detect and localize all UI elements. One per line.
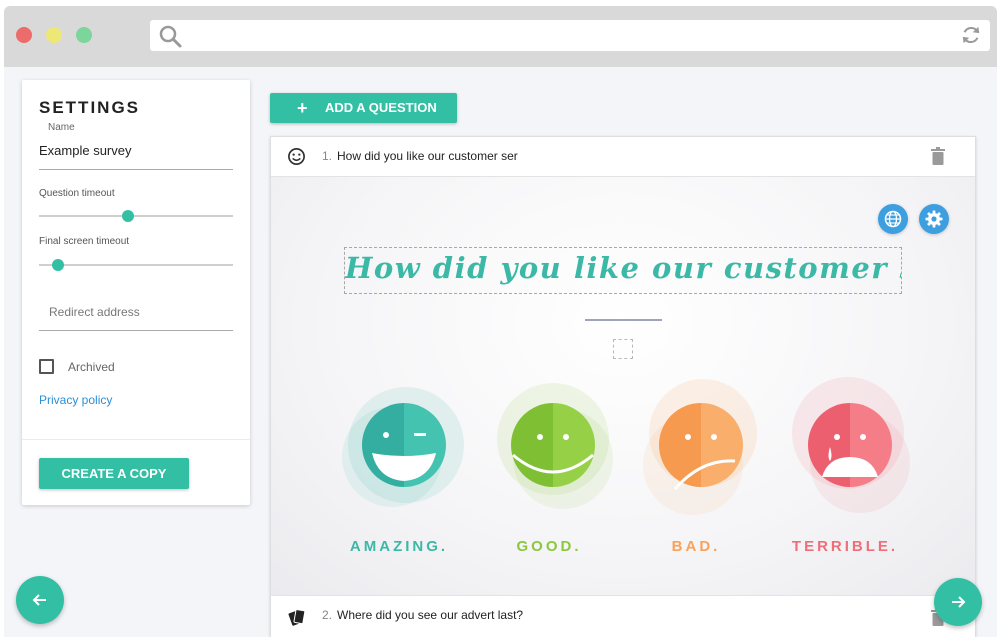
redirect-address-field[interactable]: Redirect address	[49, 305, 140, 319]
settings-title: SETTINGS	[39, 98, 141, 117]
question-settings-button[interactable]	[919, 204, 949, 234]
question-preview: How did you like our customer ser AMAZIN…	[271, 177, 975, 595]
question-row[interactable]: 2. Where did you see our advert last?	[271, 595, 975, 637]
good-face-icon[interactable]	[483, 377, 623, 517]
address-bar[interactable]	[150, 20, 990, 51]
trash-icon[interactable]	[931, 147, 945, 165]
answer-label-amazing: AMAZING.	[349, 538, 449, 555]
add-question-label: ADD A QUESTION	[325, 100, 437, 115]
archived-checkbox[interactable]	[39, 359, 54, 374]
question-row[interactable]: 1. How did you like our customer ser	[271, 137, 975, 177]
plus-icon: +	[297, 98, 308, 118]
privacy-policy-link[interactable]: Privacy policy	[39, 393, 112, 407]
gear-icon	[925, 210, 943, 228]
question-text: Where did you see our advert last?	[337, 608, 524, 622]
arrow-left-icon	[32, 594, 46, 606]
app-area: SETTINGS Name Example survey Question ti…	[4, 67, 997, 637]
arrow-right-icon	[952, 596, 966, 608]
reload-icon[interactable]	[960, 24, 982, 46]
add-question-button[interactable]: + ADD A QUESTION	[270, 93, 457, 123]
create-copy-button[interactable]: CREATE A COPY	[39, 458, 189, 489]
final-screen-timeout-knob[interactable]	[52, 259, 65, 271]
answer-label-terrible: TERRIBLE.	[791, 538, 899, 555]
answer-label-bad: BAD.	[671, 538, 721, 555]
cards-icon	[288, 609, 306, 626]
question-headline: How did you like our customer ser	[345, 251, 901, 285]
search-icon	[159, 25, 182, 48]
settings-divider	[22, 439, 250, 440]
bad-face-icon[interactable]	[631, 377, 771, 517]
question-text: How did you like our customer ser	[337, 149, 518, 163]
final-screen-timeout-slider[interactable]	[39, 259, 233, 271]
headline-editor[interactable]: How did you like our customer ser	[344, 247, 902, 294]
final-screen-timeout-label: Final screen timeout	[39, 236, 130, 247]
question-timeout-slider[interactable]	[39, 210, 233, 222]
window-close-dot[interactable]	[16, 27, 32, 43]
window-maximize-dot[interactable]	[76, 27, 92, 43]
next-button[interactable]	[934, 578, 982, 626]
question-number: 2.	[322, 608, 333, 622]
image-placeholder[interactable]	[613, 339, 633, 359]
settings-panel: SETTINGS Name Example survey Question ti…	[22, 80, 250, 505]
smiley-icon	[288, 148, 305, 165]
question-timeout-knob[interactable]	[122, 210, 135, 222]
name-field[interactable]: Example survey	[39, 143, 131, 158]
answer-label-good: GOOD.	[516, 538, 582, 555]
question-timeout-label: Question timeout	[39, 188, 115, 199]
name-label: Name	[48, 122, 75, 133]
window-minimize-dot[interactable]	[46, 27, 62, 43]
back-button[interactable]	[16, 576, 64, 624]
amazing-face-icon[interactable]	[334, 377, 474, 517]
terrible-face-icon[interactable]	[780, 377, 920, 517]
browser-chrome	[4, 6, 997, 67]
name-field-underline	[39, 169, 233, 170]
question-number: 1.	[322, 149, 333, 163]
archived-label: Archived	[68, 360, 115, 374]
question-card: 1. How did you like our customer ser How…	[270, 136, 976, 637]
globe-icon	[884, 210, 902, 228]
headline-divider	[585, 319, 662, 321]
redirect-field-underline	[39, 330, 233, 331]
language-button[interactable]	[878, 204, 908, 234]
